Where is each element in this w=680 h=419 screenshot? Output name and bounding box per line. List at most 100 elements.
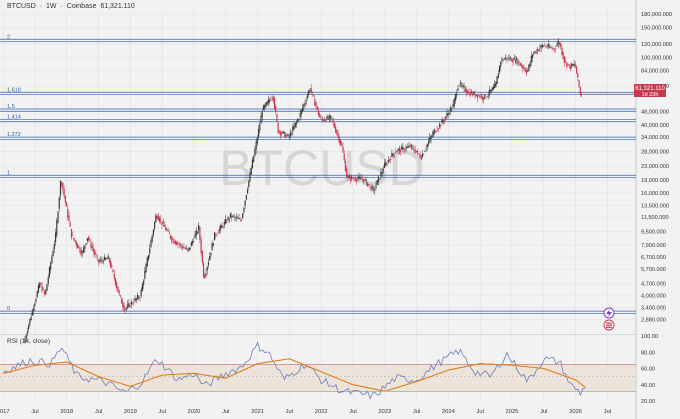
price-candle (326, 116, 328, 119)
price-candle (125, 307, 128, 309)
price-candle (569, 66, 572, 69)
price-candle (69, 222, 71, 227)
price-candle (412, 146, 414, 148)
price-candle (404, 148, 406, 150)
price-candle (278, 130, 280, 133)
price-candle (229, 213, 232, 218)
price-candle (480, 95, 482, 97)
price-candle (365, 179, 367, 182)
price-candle (429, 137, 431, 142)
price-candle (410, 144, 413, 147)
exchange: Coinbase (66, 3, 97, 10)
flag-icon[interactable] (603, 319, 615, 331)
symbol[interactable]: BTCUSD (7, 3, 36, 10)
price-candle (48, 267, 51, 277)
price-candle (138, 297, 140, 299)
price-candle (327, 118, 329, 120)
price-candle (267, 99, 269, 104)
price-candle (133, 302, 135, 304)
price-candle (541, 45, 543, 47)
price-candle (173, 240, 175, 244)
price-candle (470, 91, 473, 94)
rsi-tick-label: 20.00 (641, 399, 655, 405)
price-tick-label: 2,880.000 (641, 318, 666, 324)
price-candle (237, 218, 239, 219)
price-candle (76, 243, 79, 249)
rsi-label: RSI (14, close) (7, 338, 50, 345)
price-candle (123, 305, 125, 312)
price-candle (512, 59, 514, 63)
price-candle (428, 141, 430, 145)
price-candle (121, 298, 123, 304)
price-candle (330, 115, 332, 119)
price-candle (316, 106, 318, 109)
price-candle (567, 63, 569, 65)
price-candle (135, 298, 137, 300)
price-candle (500, 61, 502, 67)
price-candle (529, 62, 531, 67)
price-tick-label: 16,000.000 (641, 191, 669, 197)
price-candle (562, 52, 564, 59)
price-candle (299, 113, 301, 118)
price-candle (226, 221, 228, 223)
price-candle (204, 274, 206, 278)
time-tick-label: 2025 (506, 409, 519, 415)
price-candle (549, 47, 551, 48)
price-candle (211, 243, 213, 251)
price-candle (111, 265, 113, 268)
price-candle (176, 241, 178, 246)
price-candle (371, 186, 373, 188)
time-tick-label: Jul (158, 409, 165, 415)
interval[interactable]: 1W (46, 3, 57, 10)
price-candle (483, 96, 485, 100)
price-candle (396, 151, 398, 153)
price-candle (413, 148, 415, 151)
fib-label: 1.5 (7, 104, 15, 110)
price-candle (505, 57, 507, 59)
price-candle (223, 221, 225, 225)
price-candle (209, 255, 211, 261)
price-candle (313, 95, 315, 97)
price-candle (491, 87, 493, 91)
price-candle (286, 135, 288, 136)
price-candle (172, 238, 174, 240)
price-candle (522, 65, 524, 69)
price-candle (322, 119, 325, 121)
price-tick-label: 13,500.000 (641, 203, 669, 209)
price-candle (158, 217, 161, 222)
price-candle (363, 178, 365, 183)
price-candle (113, 273, 115, 279)
price-candle (507, 57, 509, 59)
price-tick-label: 5,700.000 (641, 267, 666, 273)
price-candle (531, 54, 534, 59)
price-candle (243, 207, 245, 213)
price-candle (182, 246, 184, 249)
price-candle (314, 99, 316, 106)
price-candle (431, 134, 433, 137)
time-tick-label: 2017 (0, 409, 10, 415)
price-candle (233, 216, 235, 218)
price-candle (94, 251, 96, 255)
time-axis[interactable]: 2017 Jul 2018 Jul 2019 Jul 2020 Jul 2021 Jul 2022 J… (0, 409, 611, 415)
price-axis[interactable]: 180,000.000 150,000.000 120,000.000 100,000… (641, 12, 672, 405)
price-candle (56, 220, 58, 236)
price-candle (154, 221, 156, 229)
price-candle (167, 230, 169, 232)
price-candle (453, 98, 455, 106)
price-candle (423, 154, 425, 155)
price-tick-label: 84,000.000 (641, 68, 669, 74)
price-candle (574, 64, 576, 67)
price-candle (450, 107, 452, 112)
price-candle (394, 152, 397, 153)
price-candle (42, 288, 44, 290)
price-candle (319, 113, 321, 118)
price-candle (416, 151, 419, 153)
price-chart-svg[interactable]: BTCUSD 2 1.618 1.5 1.414 1.272 1 0 180,000.000… (0, 0, 680, 419)
price-candle (321, 119, 323, 120)
price-candle (350, 176, 353, 179)
time-tick-label: Jul (604, 409, 611, 415)
flash-icon[interactable] (603, 307, 615, 319)
price-candle (264, 104, 266, 109)
price-candle (561, 47, 563, 55)
price-candle (261, 112, 263, 117)
